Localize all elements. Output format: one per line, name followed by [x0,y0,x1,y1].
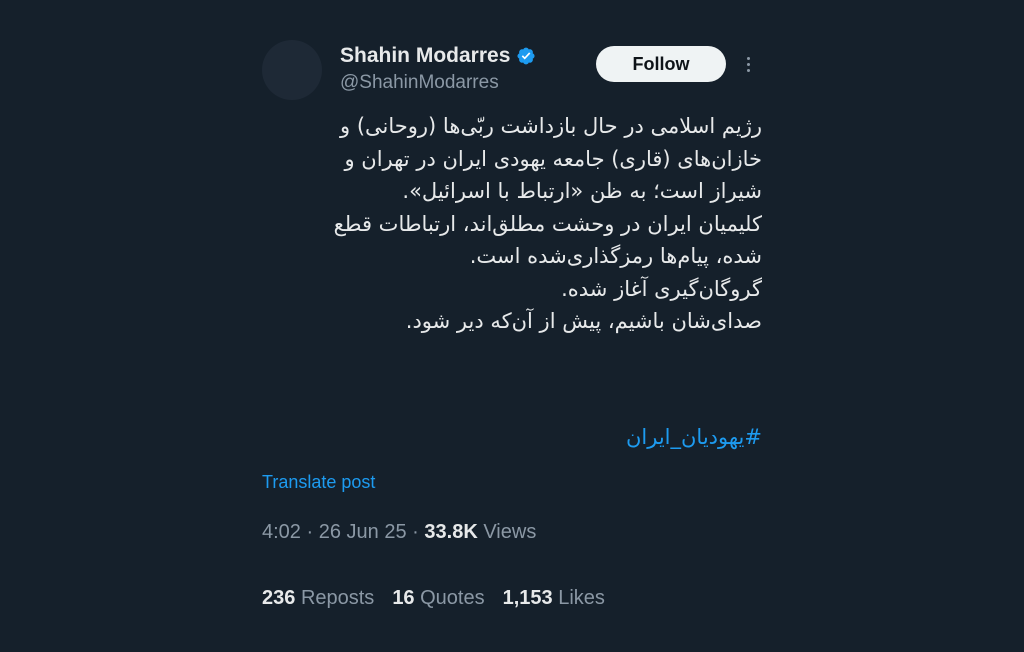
more-dot [746,56,750,60]
tweet-text: رژیم اسلامی در حال بازداشت ربّی‌ها (روحا… [262,110,762,338]
reposts-count: 236 [262,587,296,609]
display-name-row: Shahin Modarres [340,42,536,70]
more-vertical-icon[interactable] [740,52,756,76]
tweet-line: شیراز است؛ به ظن «ارتباط با اسرائیل». [402,179,762,203]
reposts-stat[interactable]: 236 Reposts [262,587,374,610]
tweet-line: رژیم اسلامی در حال بازداشت ربّی‌ها (روحا… [340,114,762,138]
avatar[interactable] [262,40,322,100]
user-info: Shahin Modarres @ShahinModarres [340,42,536,94]
follow-button[interactable]: Follow [596,46,726,82]
quotes-stat[interactable]: 16 Quotes [392,587,484,610]
views-count: 33.8K [424,521,478,543]
meta-separator: · [412,521,419,543]
tweet-line: شده، پیام‌ها رمزگذاری‌شده است. [469,244,762,268]
tweet-line: کلیمیان ایران در وحشت مطلق‌اند، ارتباطات… [333,211,762,236]
quotes-count: 16 [392,587,415,609]
tweet-line: صدای‌شان باشیم، پیش از آن‌که دیر شود. [405,309,762,333]
more-dot [746,62,750,66]
views-label: Views [483,521,537,543]
verified-badge-icon [517,47,535,65]
display-name[interactable]: Shahin Modarres [340,44,510,68]
more-dot [746,68,750,72]
user-handle[interactable]: @ShahinModarres [340,72,536,94]
tweet-line: گروگان‌گیری آغاز شده. [561,276,762,301]
engagement-stats: 236 Reposts 16 Quotes 1,153 Likes [262,587,605,610]
hashtag-link[interactable]: #یهودیان_ایران [262,425,762,449]
likes-label: Likes [558,587,605,609]
reposts-label: Reposts [300,587,375,609]
tweet-card: Shahin Modarres @ShahinModarres Follow ر… [262,40,762,640]
tweet-meta: 4:02 · 26 Jun 25 · 33.8K Views [262,521,536,544]
likes-count: 1,153 [502,587,553,609]
likes-stat[interactable]: 1,153 Likes [503,587,605,610]
tweet-line: خازان‌های (قاری) جامعه یهودی ایران در ته… [344,146,762,171]
quotes-label: Quotes [420,587,485,609]
translate-post-link[interactable]: Translate post [262,472,375,493]
tweet-time[interactable]: 4:02 [262,521,301,543]
meta-separator: · [306,521,314,543]
tweet-date[interactable]: 26 Jun 25 [319,521,407,543]
